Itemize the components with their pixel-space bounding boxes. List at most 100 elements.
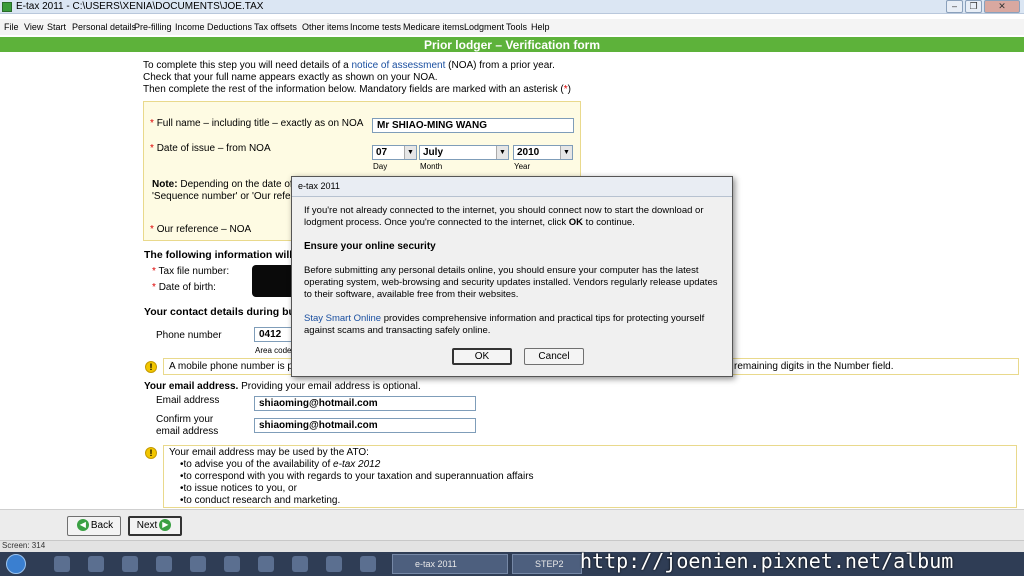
menu-pre-filling[interactable]: Pre-filling bbox=[134, 22, 172, 32]
day-select[interactable]: 07 ▼ bbox=[372, 145, 417, 160]
dialog-text: If you're not already connected to the i… bbox=[304, 205, 704, 228]
app-icon bbox=[2, 2, 12, 12]
noa-link[interactable]: notice of assessment bbox=[351, 60, 445, 71]
intro-line-1: To complete this step you will need deta… bbox=[143, 60, 555, 71]
menu-other-items[interactable]: Other items bbox=[302, 22, 349, 32]
phone-label: Phone number bbox=[156, 330, 222, 341]
note-line-2: 'Sequence number' or 'Our refere bbox=[152, 191, 300, 202]
email-note-intro: Your email address may be used by the AT… bbox=[169, 447, 369, 458]
email-label: Email address bbox=[156, 395, 220, 406]
taskbar-app-icon[interactable] bbox=[326, 556, 342, 572]
personal-heading: The following information will bbox=[144, 249, 293, 261]
ok-button[interactable]: OK bbox=[452, 348, 512, 365]
taskbar-app-icon[interactable] bbox=[258, 556, 274, 572]
email-heading: Your email address. Providing your email… bbox=[144, 381, 421, 392]
date-label: * Date of issue – from NOA bbox=[150, 143, 271, 154]
month-caption: Month bbox=[420, 162, 443, 171]
dialog-para-security: Before submitting any personal details o… bbox=[304, 265, 718, 300]
email-note-item-text: •to advise you of the availability of bbox=[180, 459, 334, 470]
intro-text: Then complete the rest of the informatio… bbox=[143, 84, 564, 95]
next-label: Next bbox=[136, 520, 158, 531]
confirm-email-input[interactable]: shiaoming@hotmail.com bbox=[254, 418, 476, 433]
menu-medicare-items[interactable]: Medicare items bbox=[403, 22, 464, 32]
stay-smart-online-link[interactable]: Stay Smart Online bbox=[304, 313, 381, 324]
close-button[interactable]: ✕ bbox=[984, 0, 1020, 13]
menu-deductions[interactable]: Deductions bbox=[207, 22, 252, 32]
phone-area-input[interactable]: 0412 bbox=[254, 327, 294, 342]
menu-help[interactable]: Help bbox=[531, 22, 550, 32]
note-text: Depending on the date of bbox=[180, 179, 293, 190]
intro-text: To complete this step you will need deta… bbox=[143, 60, 352, 71]
email-heading-rest: Providing your email address is optional… bbox=[238, 381, 421, 392]
taskbar-app-icon[interactable] bbox=[360, 556, 376, 572]
status-text: Screen: 314 bbox=[2, 541, 46, 550]
month-select[interactable]: July ▼ bbox=[419, 145, 509, 160]
window-titlebar: E-tax 2011 - C:\USERS\XENIA\DOCUMENTS\JO… bbox=[0, 0, 1024, 14]
confirm-email-label-2: email address bbox=[156, 426, 219, 437]
page-title: Prior lodger – Verification form bbox=[423, 38, 601, 52]
menu-personal-details[interactable]: Personal details bbox=[72, 22, 136, 32]
menu-file[interactable]: File bbox=[4, 22, 19, 32]
day-caption: Day bbox=[373, 162, 388, 171]
menu-tax-offsets[interactable]: Tax offsets bbox=[254, 22, 297, 32]
minimize-button[interactable]: – bbox=[946, 0, 963, 13]
intro-line-2: Check that your full name appears exactl… bbox=[143, 72, 438, 83]
intro-text: ) bbox=[567, 84, 572, 95]
contact-heading: Your contact details during bus bbox=[144, 306, 301, 318]
email-note-item: •to advise you of the availability of e-… bbox=[180, 459, 380, 470]
year-select[interactable]: 2010 ▼ bbox=[513, 145, 573, 160]
menu-view[interactable]: View bbox=[24, 22, 43, 32]
fullname-input[interactable]: Mr SHIAO-MING WANG bbox=[372, 118, 574, 133]
menu-start[interactable]: Start bbox=[47, 22, 66, 32]
email-usage-note: Your email address may be used by the AT… bbox=[163, 445, 1017, 508]
area-code-caption: Area code bbox=[255, 346, 292, 355]
chevron-down-icon: ▼ bbox=[404, 146, 416, 159]
back-button[interactable]: ◀ Back bbox=[67, 516, 121, 536]
tfn-label: * Tax file number: bbox=[152, 266, 230, 277]
restore-button[interactable]: ❐ bbox=[965, 0, 982, 13]
dialog-text: to continue. bbox=[583, 217, 635, 228]
menu-bar: File View Start Personal details Pre-fil… bbox=[0, 19, 1024, 35]
watermark: http://joenien.pixnet.net/album bbox=[580, 549, 954, 573]
email-input[interactable]: shiaoming@hotmail.com bbox=[254, 396, 476, 411]
taskbar-task-etax[interactable]: e-tax 2011 bbox=[392, 554, 508, 574]
dob-label-text: Date of birth: bbox=[158, 282, 216, 293]
dialog-text-bold: OK bbox=[568, 217, 584, 228]
start-button[interactable] bbox=[6, 554, 26, 574]
taskbar-app-icon[interactable] bbox=[122, 556, 138, 572]
arrow-right-icon: ▶ bbox=[159, 519, 172, 532]
dialog-title: e-tax 2011 bbox=[298, 181, 340, 191]
warning-icon: ! bbox=[145, 361, 157, 373]
year-caption: Year bbox=[514, 162, 531, 171]
next-button[interactable]: Next ▶ bbox=[128, 516, 182, 536]
menu-lodgment[interactable]: Lodgment bbox=[464, 22, 504, 32]
window-title: E-tax 2011 - C:\USERS\XENIA\DOCUMENTS\JO… bbox=[16, 1, 264, 12]
taskbar-app-icon[interactable] bbox=[292, 556, 308, 572]
email-heading-bold: Your email address. bbox=[144, 381, 239, 392]
taskbar-app-icon[interactable] bbox=[156, 556, 172, 572]
month-value: July bbox=[423, 147, 444, 158]
taskbar-app-icon[interactable] bbox=[190, 556, 206, 572]
dialog-para-ssonline: Stay Smart Online provides comprehensive… bbox=[304, 313, 724, 337]
intro-text: (NOA) from a prior year. bbox=[445, 60, 555, 71]
taskbar-app-icon[interactable] bbox=[88, 556, 104, 572]
etax-dialog: e-tax 2011 If you're not already connect… bbox=[291, 176, 733, 377]
menu-income-tests[interactable]: Income tests bbox=[350, 22, 401, 32]
taskbar-task-step2[interactable]: STEP2 bbox=[512, 554, 582, 574]
taskbar-app-icon[interactable] bbox=[54, 556, 70, 572]
dob-label: * Date of birth: bbox=[152, 282, 216, 293]
note-line-1: Note: Depending on the date of bbox=[152, 179, 293, 190]
email-note-item: •to conduct research and marketing. bbox=[180, 495, 341, 506]
dialog-para-connect: If you're not already connected to the i… bbox=[304, 205, 724, 229]
mobile-note-text: A mobile phone number is pr bbox=[169, 361, 297, 372]
dialog-titlebar: e-tax 2011 bbox=[292, 177, 732, 197]
navigation-bar: ◀ Back Next ▶ bbox=[0, 509, 1024, 540]
menu-income[interactable]: Income bbox=[175, 22, 205, 32]
year-value: 2010 bbox=[517, 147, 540, 158]
taskbar-app-icon[interactable] bbox=[224, 556, 240, 572]
menu-tools[interactable]: Tools bbox=[506, 22, 527, 32]
email-note-item: •to issue notices to you, or bbox=[180, 483, 297, 494]
warning-icon: ! bbox=[145, 447, 157, 459]
page-header: Prior lodger – Verification form bbox=[0, 37, 1024, 52]
cancel-button[interactable]: Cancel bbox=[524, 348, 584, 365]
